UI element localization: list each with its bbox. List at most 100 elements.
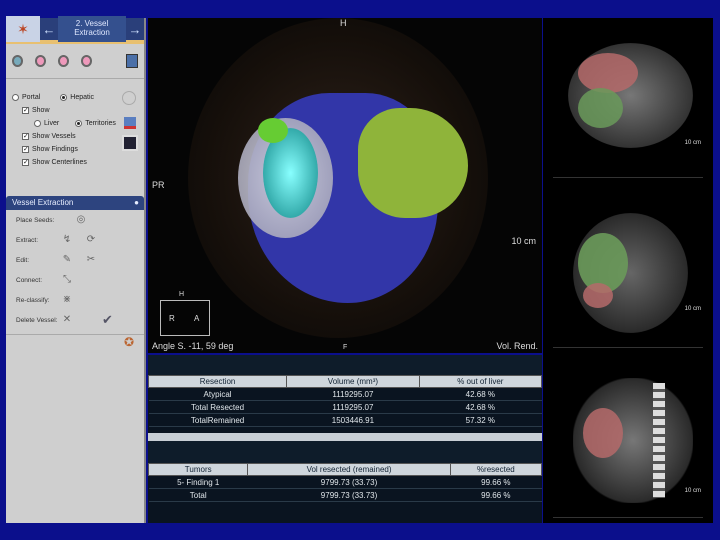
cell: 1119295.07	[286, 400, 420, 414]
hepatic-radio[interactable]	[60, 94, 68, 101]
show-label: Show	[32, 107, 50, 114]
seed-icon[interactable]: ◎	[74, 214, 88, 226]
cell: 99.66 %	[450, 475, 542, 489]
red-territory-overlay	[583, 408, 623, 458]
panel-title: Vessel Extraction	[12, 198, 74, 207]
spine	[653, 383, 665, 498]
orientation-left: PR	[152, 180, 165, 190]
portal-label: Portal	[22, 94, 41, 101]
render-mode-label: Vol. Rend.	[496, 341, 538, 351]
col-header: Volume (mm³)	[286, 375, 420, 388]
edit-icon[interactable]: ✎	[60, 254, 74, 266]
cell: Atypical	[148, 387, 287, 401]
col-header: Vol resected (remained)	[247, 463, 451, 476]
red-territory-overlay	[583, 283, 613, 308]
volume-render-view[interactable]: H PR 10 cm Angle S. -11, 59 deg F Vol. R…	[148, 18, 542, 353]
reclassify-icon[interactable]: ⋇	[60, 294, 74, 306]
coronal-view[interactable]: 10 cm	[553, 198, 703, 348]
cell: 9799.73 (33.73)	[247, 488, 451, 502]
delete-vessel-label: Delete Vessel:	[16, 316, 58, 324]
cube-h: H	[179, 291, 185, 298]
cell: 5- Finding 1	[148, 475, 248, 489]
cell: 99.66 %	[450, 488, 542, 502]
confirm-check-icon[interactable]: ✔	[102, 312, 113, 328]
territories-radio[interactable]	[75, 120, 83, 127]
edit-label: Edit:	[16, 256, 30, 264]
delete-icon[interactable]: ✕	[60, 314, 74, 326]
liver-icon[interactable]	[34, 55, 46, 67]
vessel-icon[interactable]	[57, 55, 69, 67]
liver-green-segment	[358, 108, 468, 218]
col-header: Tumors	[147, 463, 249, 476]
orientation-bottom: F	[343, 344, 348, 351]
ct-views: 10 cm 10 cm 10 cm	[543, 18, 713, 523]
reclassify-label: Re-classify:	[16, 296, 50, 304]
cube-r: R	[169, 314, 175, 323]
show-findings-checkbox[interactable]	[22, 145, 29, 153]
connect-icon[interactable]: ⤡	[60, 274, 74, 286]
show-findings-label: Show Findings	[32, 146, 78, 153]
cell: Total Resected	[148, 400, 287, 414]
app-logo-icon[interactable]: ✶	[6, 16, 40, 42]
scale-label: 10 cm	[684, 488, 701, 494]
cell: Total	[148, 488, 248, 502]
view-icon[interactable]	[122, 135, 138, 151]
close-panel-button[interactable]: ●	[134, 196, 139, 210]
cell: TotalRemained	[148, 413, 287, 427]
angle-readout: Angle S. -11, 59 deg	[152, 341, 234, 351]
display-options: Portal Hepatic Show Liver Territories Show…	[6, 79, 144, 187]
col-header: Resection	[147, 375, 288, 388]
show-centerlines-label: Show Centerlines	[32, 159, 87, 166]
tumor-icon[interactable]	[80, 55, 92, 67]
layout-icon[interactable]	[125, 54, 138, 68]
orientation-top: H	[340, 18, 347, 28]
show-vessels-checkbox[interactable]	[22, 132, 29, 140]
axial-view[interactable]: 10 cm	[553, 28, 703, 178]
show-checkbox[interactable]	[22, 106, 29, 114]
table-row[interactable]: Atypical 1119295.07 42.68 %	[148, 387, 542, 401]
color-territories-icon[interactable]	[124, 117, 136, 129]
col-header: % out of liver	[418, 375, 543, 388]
red-territory-overlay	[578, 53, 638, 93]
visibility-icon[interactable]	[122, 91, 136, 105]
scale-label: 10 cm	[684, 140, 701, 146]
cell: 57.32 %	[419, 413, 542, 427]
portal-radio[interactable]	[12, 94, 19, 101]
workflow-step-selector[interactable]: 2. Vessel Extraction	[58, 16, 126, 42]
hepatic-label: Hepatic	[70, 94, 95, 101]
results-area: Resection Volume (mm³)% out of liver Atyp…	[147, 355, 543, 523]
connect-label: Connect:	[16, 276, 43, 284]
extract-label: Extract:	[16, 236, 39, 244]
rotate-icon[interactable]	[12, 55, 23, 67]
orientation-cube: H R A	[160, 291, 210, 336]
tools-menu-icon[interactable]: ✪	[6, 334, 144, 354]
liver-radio[interactable]	[34, 120, 41, 127]
table-row[interactable]: Total Resected 1119295.07 42.68 %	[148, 400, 542, 414]
finding-marker	[258, 118, 288, 143]
back-button[interactable]: ←	[40, 22, 58, 37]
extract-all-icon[interactable]: ⟳	[84, 234, 98, 246]
table-row[interactable]: TotalRemained 1503446.91 57.32 %	[148, 413, 542, 427]
cell: 1503446.91	[286, 413, 420, 427]
next-button[interactable]: →	[126, 22, 144, 37]
cut-icon[interactable]: ✂	[84, 254, 98, 266]
show-centerlines-checkbox[interactable]	[22, 158, 29, 166]
show-vessels-label: Show Vessels	[32, 133, 76, 140]
workflow-toolbar: ✶ ← 2. Vessel Extraction →	[6, 16, 144, 44]
vessel-extraction-panel: Vessel Extraction ● Place Seeds: ◎ Extract…	[6, 196, 144, 354]
cell: 42.68 %	[419, 400, 542, 414]
scale-label: 10 cm	[511, 236, 536, 246]
col-header: %resected	[449, 463, 543, 476]
territories-label: Territories	[85, 120, 116, 127]
sagittal-view[interactable]: 10 cm	[553, 368, 703, 518]
table-row[interactable]: 5- Finding 1 9799.73 (33.73) 99.66 %	[148, 475, 542, 489]
place-seeds-label: Place Seeds:	[16, 216, 55, 224]
table-row[interactable]: Total 9799.73 (33.73) 99.66 %	[148, 488, 542, 502]
extract-icon[interactable]: ↯	[60, 234, 74, 246]
tumor-table: Tumors Vol resected (remained) %resected 5…	[147, 463, 543, 502]
cell: 42.68 %	[419, 387, 542, 401]
resection-table: Resection Volume (mm³)% out of liver Atyp…	[147, 375, 543, 427]
left-panel: ✶ ← 2. Vessel Extraction → Portal Hepatic…	[6, 16, 146, 523]
scale-label: 10 cm	[684, 306, 701, 312]
cell: 9799.73 (33.73)	[247, 475, 451, 489]
